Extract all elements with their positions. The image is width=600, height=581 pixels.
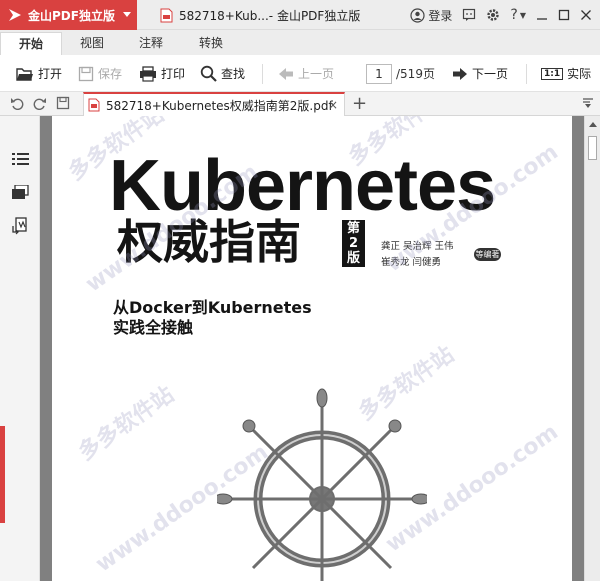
- print-label: 打印: [161, 67, 186, 81]
- page-total: /519页: [396, 67, 435, 81]
- printer-icon: [140, 65, 156, 82]
- find-button[interactable]: 查找: [200, 55, 245, 92]
- thumbnails-icon[interactable]: [12, 185, 29, 200]
- document-viewer[interactable]: Kubernetes 权威指南 第2版 龚正 吴治辉 王伟 崔秀龙 闫健勇 等编…: [40, 116, 584, 581]
- folder-icon: [16, 67, 33, 81]
- login-label: 登录: [428, 8, 453, 23]
- tagline-line: 实践全接触: [113, 318, 194, 337]
- tab-start[interactable]: 开始: [0, 32, 62, 55]
- chevron-down-icon: ▼: [519, 10, 526, 20]
- window-title: 582718+Kub...- 金山PDF独立版: [160, 0, 360, 30]
- page-number-input[interactable]: 1: [366, 64, 392, 84]
- redo-icon[interactable]: [33, 96, 47, 110]
- pdf-page: Kubernetes 权威指南 第2版 龚正 吴治辉 王伟 崔秀龙 闫健勇 等编…: [52, 116, 572, 581]
- document-tab-bar: 582718+Kubernetes权威指南第2版.pdf × +: [0, 92, 600, 116]
- book-tagline: 从Docker到Kubernetes 实践全接触: [113, 298, 312, 338]
- add-tab-icon[interactable]: +: [352, 93, 367, 114]
- authors: 龚正 吴治辉 王伟 崔秀龙 闫健勇: [381, 239, 454, 271]
- help-button[interactable]: ? ▼: [510, 7, 526, 23]
- search-icon: [200, 65, 217, 82]
- vertical-scrollbar[interactable]: [584, 116, 600, 581]
- book-subtitle: 权威指南: [117, 215, 301, 269]
- find-label: 查找: [221, 67, 246, 81]
- tab-list-icon[interactable]: [582, 97, 594, 109]
- book-title: Kubernetes: [109, 146, 496, 226]
- title-bar: 金山PDF独立版 582718+Kub...- 金山PDF独立版 登录 ? ▼: [0, 0, 600, 30]
- maximize-icon: [558, 9, 570, 21]
- app-logo-icon: [9, 9, 21, 21]
- next-page-label: 下一页: [472, 67, 509, 81]
- save-label: 保存: [98, 67, 123, 81]
- outline-icon[interactable]: [12, 152, 29, 166]
- app-name: 金山PDF独立版: [28, 8, 115, 23]
- tab-close-icon[interactable]: ×: [328, 98, 338, 112]
- arrow-right-icon: [453, 67, 467, 80]
- edition-badge: 第2版: [342, 220, 365, 267]
- minimize-button[interactable]: [536, 9, 548, 21]
- tab-convert[interactable]: 转换: [185, 32, 237, 55]
- authors-line: 龚正 吴治辉 王伟: [381, 241, 454, 252]
- print-button[interactable]: 打印: [139, 55, 185, 92]
- save-icon: [78, 66, 94, 81]
- prev-page-label: 上一页: [298, 67, 335, 81]
- actual-size-icon: 1:1: [541, 67, 564, 80]
- scroll-up-icon[interactable]: [589, 122, 597, 127]
- actual-size-label: 实际: [567, 67, 592, 81]
- document-tab[interactable]: 582718+Kubernetes权威指南第2版.pdf ×: [83, 92, 345, 116]
- login-button[interactable]: 登录: [410, 7, 452, 24]
- actual-size-button[interactable]: 1:1 实际: [541, 55, 591, 92]
- tab-view[interactable]: 视图: [66, 32, 118, 55]
- chevron-down-icon: [123, 12, 131, 17]
- tab-annotate[interactable]: 注释: [125, 32, 177, 55]
- arrow-left-icon: [279, 67, 293, 80]
- pdf-file-icon: [88, 98, 100, 112]
- save-button[interactable]: 保存: [78, 55, 122, 92]
- help-icon: ?: [510, 7, 518, 23]
- next-page-button[interactable]: 下一页: [452, 55, 508, 92]
- save-icon[interactable]: [56, 96, 70, 110]
- message-button[interactable]: [462, 8, 476, 22]
- tagline-line: 从Docker到Kubernetes: [113, 298, 312, 317]
- document-tab-title: 582718+Kubernetes权威指南第2版.pdf: [106, 98, 333, 113]
- sidebar-collapse-handle[interactable]: [0, 426, 5, 523]
- window-title-text: 582718+Kub...- 金山PDF独立版: [179, 8, 361, 23]
- ship-wheel-logo: [217, 388, 427, 581]
- user-icon: [410, 7, 425, 23]
- toolbar-divider: [262, 64, 263, 84]
- authors-badge: 等编著: [474, 248, 501, 261]
- main-toolbar: 打开 保存 打印 查找 上一页 1 /519页 下一页 1:1 实际: [0, 55, 600, 92]
- authors-line: 崔秀龙 闫健勇: [381, 257, 442, 268]
- message-icon: [463, 8, 476, 21]
- toolbar-divider: [526, 64, 527, 84]
- left-sidebar: [0, 116, 40, 581]
- settings-button[interactable]: [486, 8, 500, 22]
- maximize-button[interactable]: [558, 9, 570, 21]
- prev-page-button[interactable]: 上一页: [278, 55, 334, 92]
- close-button[interactable]: [580, 9, 592, 21]
- menu-bar: 开始 视图 注释 转换: [0, 30, 600, 55]
- app-menu-button[interactable]: 金山PDF独立版: [0, 0, 137, 30]
- minimize-icon: [537, 18, 547, 20]
- page-extract-icon[interactable]: [12, 217, 30, 235]
- title-bar-controls: 登录 ? ▼: [410, 0, 600, 30]
- pdf-file-icon: [160, 8, 173, 22]
- open-label: 打开: [38, 67, 63, 81]
- scrollbar-thumb[interactable]: [588, 136, 597, 160]
- edition-text: 第2版: [346, 221, 360, 266]
- undo-icon[interactable]: [10, 96, 24, 110]
- close-icon: [581, 10, 591, 20]
- gear-icon: [487, 9, 500, 21]
- open-button[interactable]: 打开: [16, 55, 62, 92]
